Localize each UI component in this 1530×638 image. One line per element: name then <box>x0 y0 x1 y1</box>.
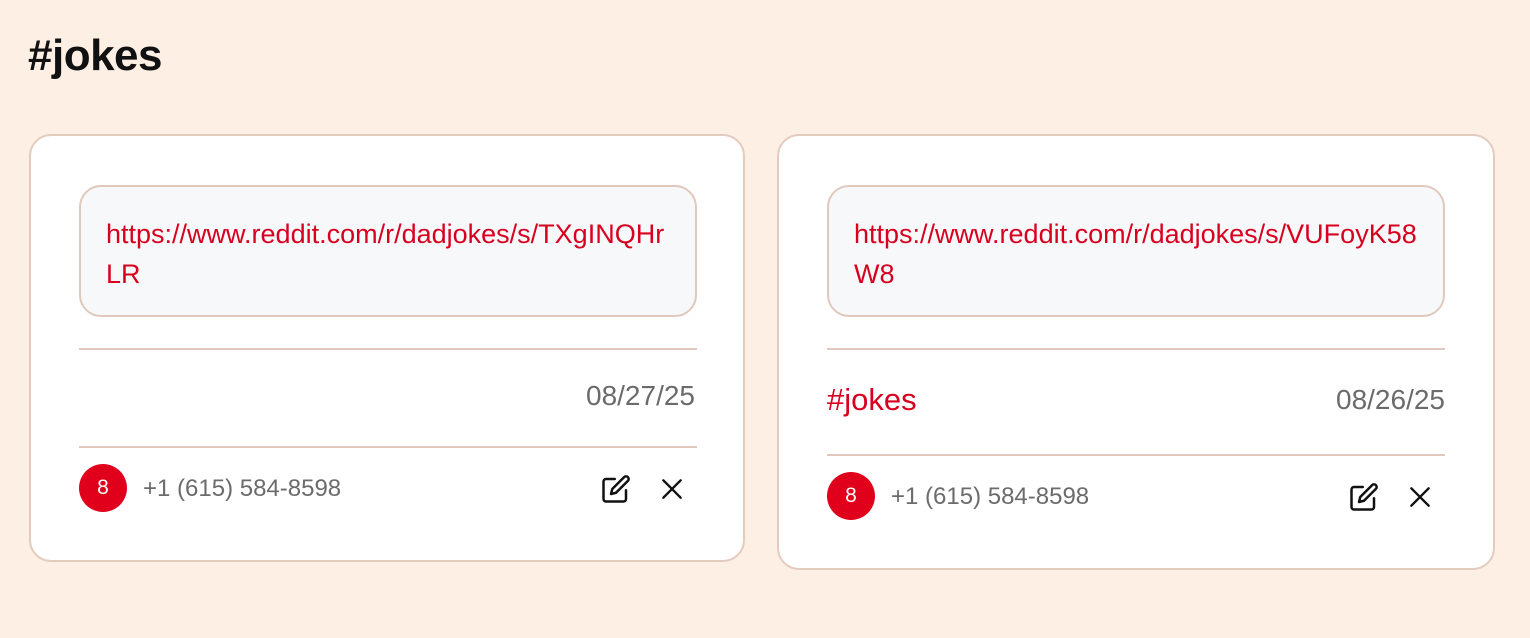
avatar[interactable]: 8 <box>827 472 875 520</box>
delete-button[interactable] <box>655 472 689 506</box>
edit-icon <box>602 475 630 503</box>
avatar[interactable]: 8 <box>79 464 127 512</box>
edit-button[interactable] <box>1347 480 1381 514</box>
divider <box>827 348 1445 350</box>
post-date: 08/26/25 <box>1336 384 1445 415</box>
post-card: https://www.reddit.com/r/dadjokes/s/TXgI… <box>29 134 745 562</box>
delete-button[interactable] <box>1403 480 1437 514</box>
post-link[interactable]: https://www.reddit.com/r/dadjokes/s/VUFo… <box>854 214 1419 294</box>
author-phone: +1 (615) 584-8598 <box>891 483 1090 510</box>
close-icon <box>662 479 682 499</box>
post-date: 08/27/25 <box>586 380 695 411</box>
divider <box>79 446 697 448</box>
edit-icon <box>1350 483 1378 511</box>
close-icon <box>1410 487 1430 507</box>
link-preview-box[interactable]: https://www.reddit.com/r/dadjokes/s/VUFo… <box>827 185 1445 317</box>
divider <box>79 348 697 350</box>
post-card: https://www.reddit.com/r/dadjokes/s/VUFo… <box>777 134 1495 570</box>
divider <box>827 454 1445 456</box>
author-phone: +1 (615) 584-8598 <box>143 475 342 502</box>
post-link[interactable]: https://www.reddit.com/r/dadjokes/s/TXgI… <box>106 214 671 294</box>
post-tag[interactable]: #jokes <box>827 380 917 420</box>
link-preview-box[interactable]: https://www.reddit.com/r/dadjokes/s/TXgI… <box>79 185 697 317</box>
edit-button[interactable] <box>599 472 633 506</box>
page-title: #jokes <box>28 31 162 80</box>
